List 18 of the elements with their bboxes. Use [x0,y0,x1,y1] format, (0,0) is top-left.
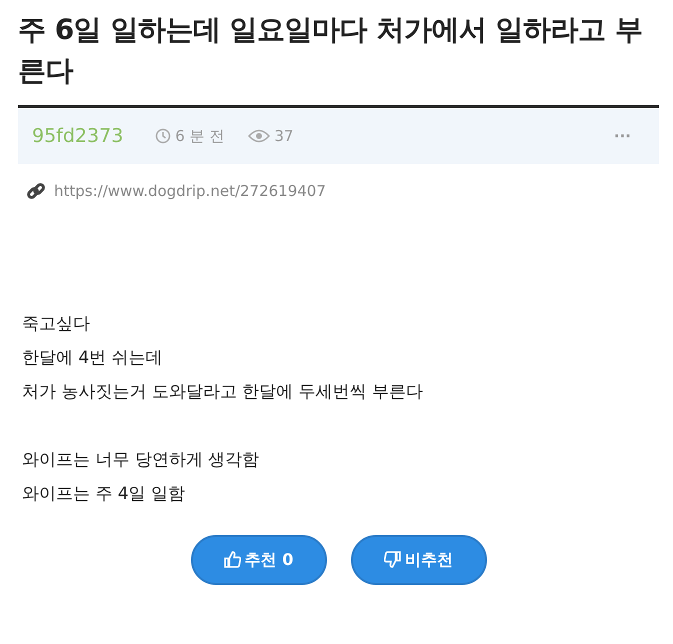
eye-icon [248,129,270,144]
body-text: 와이프는 주 4일 일함 [22,482,186,506]
thumbs-up-icon [224,551,241,568]
view-count: 37 [274,126,294,147]
author-name[interactable]: 95fd2373 [32,122,124,150]
body-text: 한달에 4번 쉬는데 [22,346,164,370]
downvote-button[interactable]: 비추천 [350,534,486,585]
thumbs-down-icon [384,551,401,568]
body-text: 와이프는 너무 당연하게 생각함 [22,448,260,472]
post-title: 주 6일 일하는데 일요일마다 처가에서 일하라고 부른다 [18,12,644,89]
body-text: 처가 농사짓는거 도와달라고 한달에 두세번씩 부른다 [22,380,424,404]
body-text: 죽고싶다 [22,312,91,336]
clock-icon [155,128,172,144]
more-button[interactable]: ··· [614,124,631,148]
upvote-button[interactable]: 추천 0 [190,534,326,585]
post-time: 6 분 전 [175,126,224,147]
post-url[interactable]: https://www.dogdrip.net/272619407 [54,180,326,203]
link-icon [26,181,46,202]
